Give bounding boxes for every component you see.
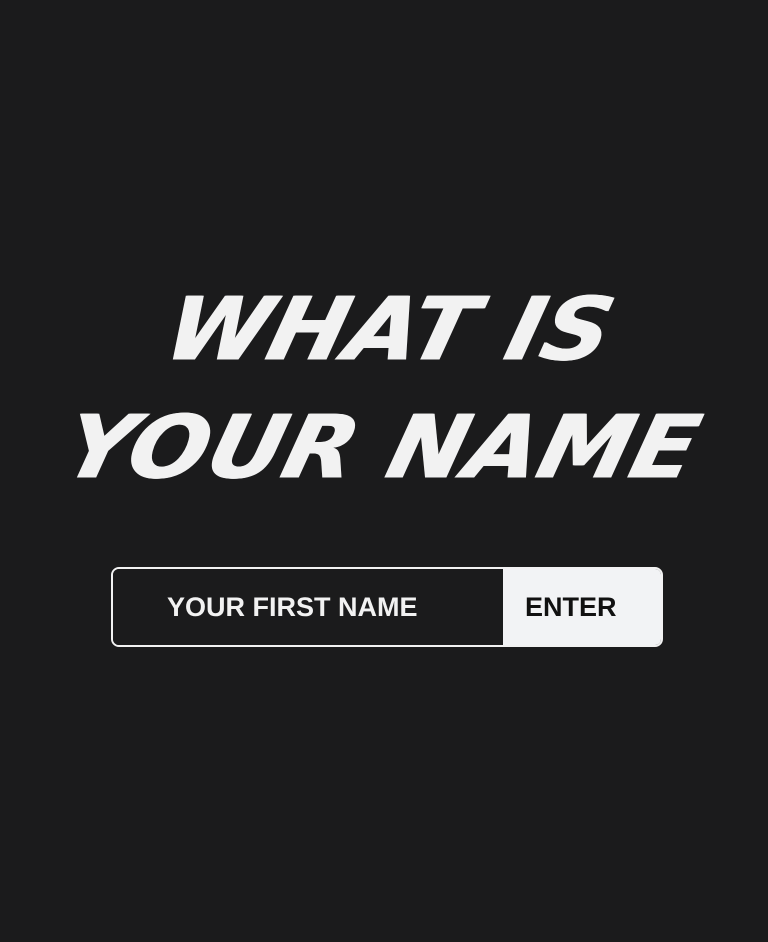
headline-line-1: WHAT IS [155,278,625,381]
name-form: ENTER [111,567,663,647]
first-name-input[interactable] [113,569,503,645]
enter-button[interactable]: ENTER [503,569,661,645]
page-headline: WHAT IS YOUR NAME [0,268,768,508]
headline-line-2: YOUR NAME [54,396,711,499]
